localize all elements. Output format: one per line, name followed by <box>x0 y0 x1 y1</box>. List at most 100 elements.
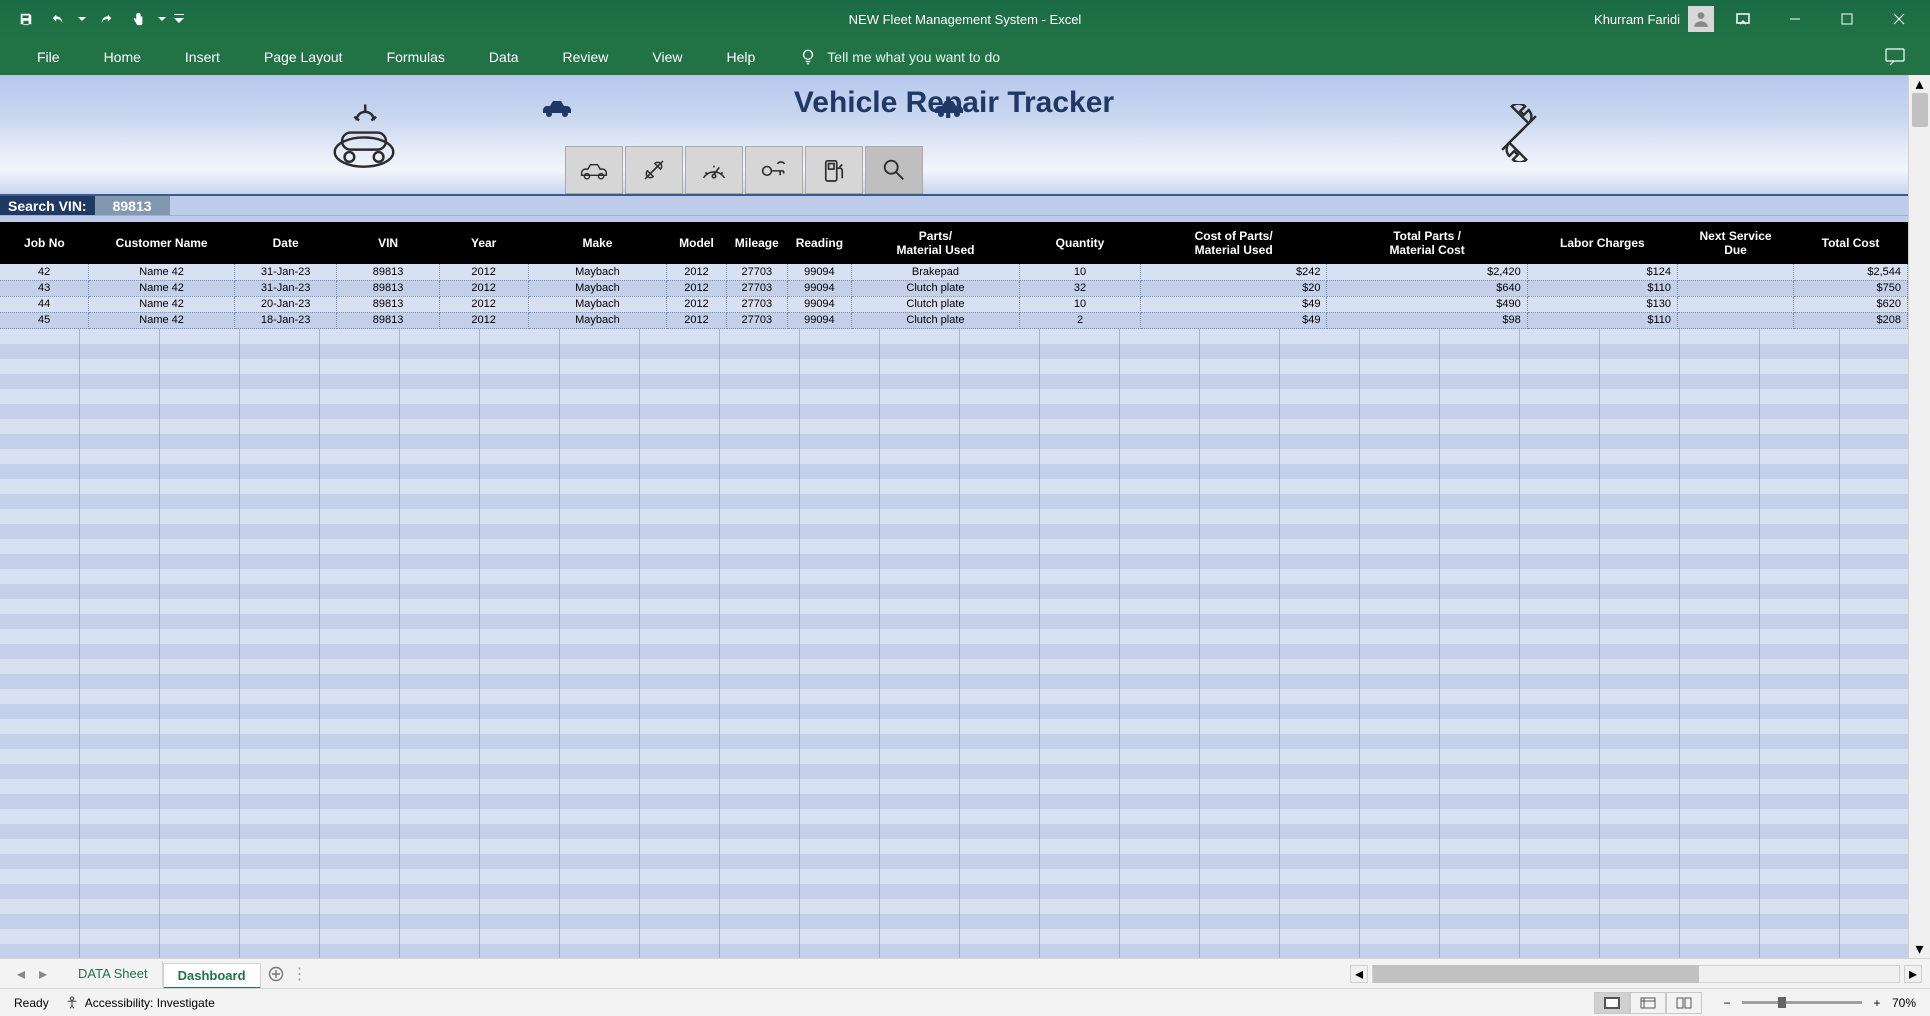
tab-review[interactable]: Review <box>541 38 631 75</box>
view-normal[interactable] <box>1594 992 1630 1014</box>
cell[interactable] <box>1677 296 1793 312</box>
cell[interactable]: 2012 <box>439 296 528 312</box>
cell[interactable]: $20 <box>1140 280 1327 296</box>
cell[interactable]: 27703 <box>726 312 787 328</box>
cell[interactable]: 89813 <box>337 296 439 312</box>
hscroll-track[interactable] <box>1372 965 1900 983</box>
cell[interactable]: Maybach <box>528 264 667 280</box>
cell[interactable]: $208 <box>1794 312 1908 328</box>
cell[interactable]: 2012 <box>667 296 726 312</box>
cell[interactable]: $98 <box>1327 312 1527 328</box>
cell[interactable]: 18-Jan-23 <box>234 312 336 328</box>
touch-mode-button[interactable] <box>124 5 152 33</box>
table-row[interactable]: 44Name 4220-Jan-23898132012Maybach201227… <box>0 296 1908 312</box>
cell[interactable]: 31-Jan-23 <box>234 280 336 296</box>
cell[interactable]: Maybach <box>528 312 667 328</box>
cell[interactable]: $49 <box>1140 296 1327 312</box>
zoom-level[interactable]: 70% <box>1892 996 1916 1010</box>
cell[interactable]: Name 42 <box>89 312 235 328</box>
close-button[interactable] <box>1876 0 1922 38</box>
cell[interactable]: 42 <box>0 264 89 280</box>
cell[interactable] <box>1677 312 1793 328</box>
cell[interactable]: 2012 <box>667 264 726 280</box>
zoom-handle[interactable] <box>1778 997 1786 1008</box>
cell[interactable]: $2,420 <box>1327 264 1527 280</box>
minimize-button[interactable] <box>1772 0 1818 38</box>
hscroll-left[interactable]: ◂ <box>1350 965 1368 983</box>
cell[interactable]: Maybach <box>528 280 667 296</box>
tab-formulas[interactable]: Formulas <box>365 38 467 75</box>
nav-search[interactable] <box>865 146 923 194</box>
status-accessibility[interactable]: Accessibility: Investigate <box>65 996 215 1010</box>
sheet-nav-next[interactable]: ▸ <box>32 963 54 985</box>
cell[interactable]: 2012 <box>439 264 528 280</box>
sheet-tab-data-sheet[interactable]: DATA Sheet <box>64 961 163 987</box>
hscroll-thumb[interactable] <box>1373 965 1699 983</box>
cell[interactable]: 2012 <box>667 280 726 296</box>
vertical-scrollbar[interactable]: ▴ ▾ <box>1908 75 1930 958</box>
cell[interactable]: $620 <box>1794 296 1908 312</box>
ribbon-display-options[interactable] <box>1720 0 1766 38</box>
cell[interactable]: 43 <box>0 280 89 296</box>
search-value[interactable]: 89813 <box>95 196 170 215</box>
cell[interactable]: 89813 <box>337 312 439 328</box>
table-row[interactable]: 45Name 4218-Jan-23898132012Maybach201227… <box>0 312 1908 328</box>
cell[interactable] <box>1677 280 1793 296</box>
cell[interactable]: 32 <box>1020 280 1141 296</box>
cell[interactable]: $110 <box>1527 280 1677 296</box>
cell[interactable]: Clutch plate <box>851 296 1019 312</box>
new-sheet-button[interactable] <box>261 966 291 982</box>
scroll-down-arrow[interactable]: ▾ <box>1909 940 1930 958</box>
cell[interactable]: 20-Jan-23 <box>234 296 336 312</box>
tab-insert[interactable]: Insert <box>163 38 242 75</box>
sheet-nav-prev[interactable]: ◂ <box>10 963 32 985</box>
cell[interactable]: $242 <box>1140 264 1327 280</box>
cell[interactable]: 99094 <box>788 296 852 312</box>
cell[interactable]: $490 <box>1327 296 1527 312</box>
cell[interactable]: 89813 <box>337 264 439 280</box>
cell[interactable]: Name 42 <box>89 296 235 312</box>
cell[interactable]: Brakepad <box>851 264 1019 280</box>
hscroll-right[interactable]: ▸ <box>1904 965 1922 983</box>
nav-key[interactable] <box>745 146 803 194</box>
zoom-out[interactable]: − <box>1718 994 1736 1012</box>
tab-view[interactable]: View <box>630 38 704 75</box>
undo-dropdown[interactable] <box>76 5 88 33</box>
maximize-button[interactable] <box>1824 0 1870 38</box>
cell[interactable]: $2,544 <box>1794 264 1908 280</box>
cell[interactable]: 2012 <box>439 312 528 328</box>
view-page-break[interactable] <box>1666 992 1702 1014</box>
cell[interactable]: 44 <box>0 296 89 312</box>
cell[interactable]: Name 42 <box>89 280 235 296</box>
scroll-thumb[interactable] <box>1912 93 1928 127</box>
empty-cells[interactable] <box>0 329 1908 959</box>
tab-home[interactable]: Home <box>82 38 163 75</box>
tab-help[interactable]: Help <box>705 38 778 75</box>
cell[interactable]: 99094 <box>788 312 852 328</box>
touch-mode-dropdown[interactable] <box>156 5 168 33</box>
feedback-button[interactable] <box>1880 42 1910 72</box>
cell[interactable]: $110 <box>1527 312 1677 328</box>
cell[interactable]: 27703 <box>726 264 787 280</box>
table-row[interactable]: 43Name 4231-Jan-23898132012Maybach201227… <box>0 280 1908 296</box>
cell[interactable]: 99094 <box>788 280 852 296</box>
nav-repairs[interactable] <box>625 146 683 194</box>
tab-page-layout[interactable]: Page Layout <box>242 38 365 75</box>
view-page-layout[interactable] <box>1630 992 1666 1014</box>
undo-button[interactable] <box>44 5 72 33</box>
tell-me[interactable]: Tell me what you want to do <box>777 38 1022 75</box>
zoom-slider[interactable] <box>1742 1001 1862 1004</box>
user-account[interactable]: Khurram Faridi <box>1594 6 1714 32</box>
cell[interactable]: 2012 <box>439 280 528 296</box>
cell[interactable]: 10 <box>1020 296 1141 312</box>
cell[interactable] <box>1677 264 1793 280</box>
sheet-tab-dashboard[interactable]: Dashboard <box>163 963 261 989</box>
nav-dashboard[interactable] <box>685 146 743 194</box>
cell[interactable]: 89813 <box>337 280 439 296</box>
scroll-up-arrow[interactable]: ▴ <box>1909 75 1930 93</box>
tab-scroll-grip[interactable]: ⋮ <box>291 964 309 984</box>
nav-vehicles[interactable] <box>565 146 623 194</box>
cell[interactable]: Name 42 <box>89 264 235 280</box>
nav-fuel[interactable] <box>805 146 863 194</box>
cell[interactable]: 45 <box>0 312 89 328</box>
